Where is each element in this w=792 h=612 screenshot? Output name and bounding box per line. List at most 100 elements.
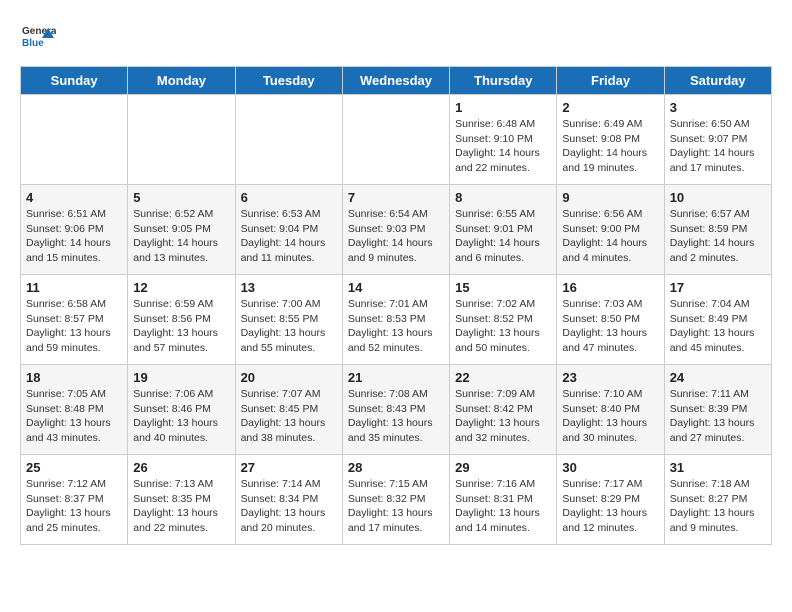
day-number: 25 (26, 460, 122, 475)
day-cell: 3 Sunrise: 6:50 AMSunset: 9:07 PMDaylight… (664, 95, 771, 185)
day-number: 27 (241, 460, 337, 475)
header-row: SundayMondayTuesdayWednesdayThursdayFrid… (21, 67, 772, 95)
day-cell: 5 Sunrise: 6:52 AMSunset: 9:05 PMDaylight… (128, 185, 235, 275)
day-info: Sunrise: 7:09 AMSunset: 8:42 PMDaylight:… (455, 387, 551, 446)
day-number: 29 (455, 460, 551, 475)
day-cell (235, 95, 342, 185)
page-header: General Blue (20, 20, 772, 56)
day-info: Sunrise: 7:00 AMSunset: 8:55 PMDaylight:… (241, 297, 337, 356)
day-info: Sunrise: 7:17 AMSunset: 8:29 PMDaylight:… (562, 477, 658, 536)
week-row-5: 25 Sunrise: 7:12 AMSunset: 8:37 PMDayligh… (21, 455, 772, 545)
day-cell: 7 Sunrise: 6:54 AMSunset: 9:03 PMDaylight… (342, 185, 449, 275)
day-number: 17 (670, 280, 766, 295)
day-info: Sunrise: 6:59 AMSunset: 8:56 PMDaylight:… (133, 297, 229, 356)
day-info: Sunrise: 6:55 AMSunset: 9:01 PMDaylight:… (455, 207, 551, 266)
day-cell (342, 95, 449, 185)
day-info: Sunrise: 7:04 AMSunset: 8:49 PMDaylight:… (670, 297, 766, 356)
day-info: Sunrise: 6:58 AMSunset: 8:57 PMDaylight:… (26, 297, 122, 356)
day-cell: 31Sunrise: 7:18 AMSunset: 8:27 PMDayligh… (664, 455, 771, 545)
day-cell (21, 95, 128, 185)
logo: General Blue (20, 20, 56, 56)
day-info: Sunrise: 6:56 AMSunset: 9:00 PMDaylight:… (562, 207, 658, 266)
day-header-sunday: Sunday (21, 67, 128, 95)
day-info: Sunrise: 7:10 AMSunset: 8:40 PMDaylight:… (562, 387, 658, 446)
day-info: Sunrise: 7:06 AMSunset: 8:46 PMDaylight:… (133, 387, 229, 446)
week-row-1: 1Sunrise: 6:48 AMSunset: 9:10 PMDaylight… (21, 95, 772, 185)
day-info: Sunrise: 6:52 AMSunset: 9:05 PMDaylight:… (133, 207, 229, 266)
day-cell: 28Sunrise: 7:15 AMSunset: 8:32 PMDayligh… (342, 455, 449, 545)
day-cell: 29 Sunrise: 7:16 AMSunset: 8:31 PMDayligh… (450, 455, 557, 545)
day-cell: 22 Sunrise: 7:09 AMSunset: 8:42 PMDayligh… (450, 365, 557, 455)
day-number: 11 (26, 280, 122, 295)
day-info: Sunrise: 7:03 AMSunset: 8:50 PMDaylight:… (562, 297, 658, 356)
day-number: 3 (670, 100, 766, 115)
day-info: Sunrise: 7:08 AMSunset: 8:43 PMDaylight:… (348, 387, 444, 446)
day-cell (128, 95, 235, 185)
day-number: 6 (241, 190, 337, 205)
day-number: 9 (562, 190, 658, 205)
day-number: 2 (562, 100, 658, 115)
day-cell: 26 Sunrise: 7:13 AMSunset: 8:35 PMDayligh… (128, 455, 235, 545)
day-cell: 8 Sunrise: 6:55 AMSunset: 9:01 PMDaylight… (450, 185, 557, 275)
day-header-friday: Friday (557, 67, 664, 95)
day-cell: 17 Sunrise: 7:04 AMSunset: 8:49 PMDayligh… (664, 275, 771, 365)
day-cell: 18 Sunrise: 7:05 AMSunset: 8:48 PMDayligh… (21, 365, 128, 455)
day-cell: 12 Sunrise: 6:59 AMSunset: 8:56 PMDayligh… (128, 275, 235, 365)
logo-svg: General Blue (20, 20, 56, 56)
day-cell: 19 Sunrise: 7:06 AMSunset: 8:46 PMDayligh… (128, 365, 235, 455)
day-cell: 13Sunrise: 7:00 AMSunset: 8:55 PMDayligh… (235, 275, 342, 365)
day-info: Sunrise: 7:14 AMSunset: 8:34 PMDaylight:… (241, 477, 337, 536)
day-info: Sunrise: 7:05 AMSunset: 8:48 PMDaylight:… (26, 387, 122, 446)
day-cell: 20 Sunrise: 7:07 AMSunset: 8:45 PMDayligh… (235, 365, 342, 455)
day-number: 24 (670, 370, 766, 385)
day-header-tuesday: Tuesday (235, 67, 342, 95)
day-number: 18 (26, 370, 122, 385)
day-number: 14 (348, 280, 444, 295)
day-number: 7 (348, 190, 444, 205)
day-cell: 15 Sunrise: 7:02 AMSunset: 8:52 PMDayligh… (450, 275, 557, 365)
day-cell: 27 Sunrise: 7:14 AMSunset: 8:34 PMDayligh… (235, 455, 342, 545)
day-cell: 10Sunrise: 6:57 AMSunset: 8:59 PMDayligh… (664, 185, 771, 275)
day-header-thursday: Thursday (450, 67, 557, 95)
day-info: Sunrise: 6:50 AMSunset: 9:07 PMDaylight:… (670, 117, 766, 176)
day-cell: 14 Sunrise: 7:01 AMSunset: 8:53 PMDayligh… (342, 275, 449, 365)
day-number: 19 (133, 370, 229, 385)
calendar-table: SundayMondayTuesdayWednesdayThursdayFrid… (20, 66, 772, 545)
day-number: 20 (241, 370, 337, 385)
day-cell: 25 Sunrise: 7:12 AMSunset: 8:37 PMDayligh… (21, 455, 128, 545)
day-info: Sunrise: 7:12 AMSunset: 8:37 PMDaylight:… (26, 477, 122, 536)
day-number: 4 (26, 190, 122, 205)
day-cell: 24Sunrise: 7:11 AMSunset: 8:39 PMDayligh… (664, 365, 771, 455)
day-info: Sunrise: 6:48 AMSunset: 9:10 PMDaylight:… (455, 117, 551, 176)
day-number: 30 (562, 460, 658, 475)
day-info: Sunrise: 6:49 AMSunset: 9:08 PMDaylight:… (562, 117, 658, 176)
day-number: 22 (455, 370, 551, 385)
day-number: 28 (348, 460, 444, 475)
day-number: 12 (133, 280, 229, 295)
day-cell: 23 Sunrise: 7:10 AMSunset: 8:40 PMDayligh… (557, 365, 664, 455)
day-number: 16 (562, 280, 658, 295)
day-info: Sunrise: 6:57 AMSunset: 8:59 PMDaylight:… (670, 207, 766, 266)
day-cell: 1Sunrise: 6:48 AMSunset: 9:10 PMDaylight… (450, 95, 557, 185)
day-info: Sunrise: 7:16 AMSunset: 8:31 PMDaylight:… (455, 477, 551, 536)
day-cell: 11 Sunrise: 6:58 AMSunset: 8:57 PMDayligh… (21, 275, 128, 365)
day-info: Sunrise: 7:13 AMSunset: 8:35 PMDaylight:… (133, 477, 229, 536)
day-info: Sunrise: 7:01 AMSunset: 8:53 PMDaylight:… (348, 297, 444, 356)
day-number: 15 (455, 280, 551, 295)
day-cell: 16 Sunrise: 7:03 AMSunset: 8:50 PMDayligh… (557, 275, 664, 365)
day-cell: 30 Sunrise: 7:17 AMSunset: 8:29 PMDayligh… (557, 455, 664, 545)
week-row-4: 18 Sunrise: 7:05 AMSunset: 8:48 PMDayligh… (21, 365, 772, 455)
week-row-3: 11 Sunrise: 6:58 AMSunset: 8:57 PMDayligh… (21, 275, 772, 365)
day-number: 8 (455, 190, 551, 205)
day-cell: 6Sunrise: 6:53 AMSunset: 9:04 PMDaylight… (235, 185, 342, 275)
day-info: Sunrise: 6:54 AMSunset: 9:03 PMDaylight:… (348, 207, 444, 266)
day-number: 23 (562, 370, 658, 385)
day-number: 31 (670, 460, 766, 475)
day-cell: 2 Sunrise: 6:49 AMSunset: 9:08 PMDaylight… (557, 95, 664, 185)
day-number: 5 (133, 190, 229, 205)
day-number: 26 (133, 460, 229, 475)
day-info: Sunrise: 6:51 AMSunset: 9:06 PMDaylight:… (26, 207, 122, 266)
day-number: 21 (348, 370, 444, 385)
day-info: Sunrise: 7:07 AMSunset: 8:45 PMDaylight:… (241, 387, 337, 446)
day-info: Sunrise: 7:02 AMSunset: 8:52 PMDaylight:… (455, 297, 551, 356)
